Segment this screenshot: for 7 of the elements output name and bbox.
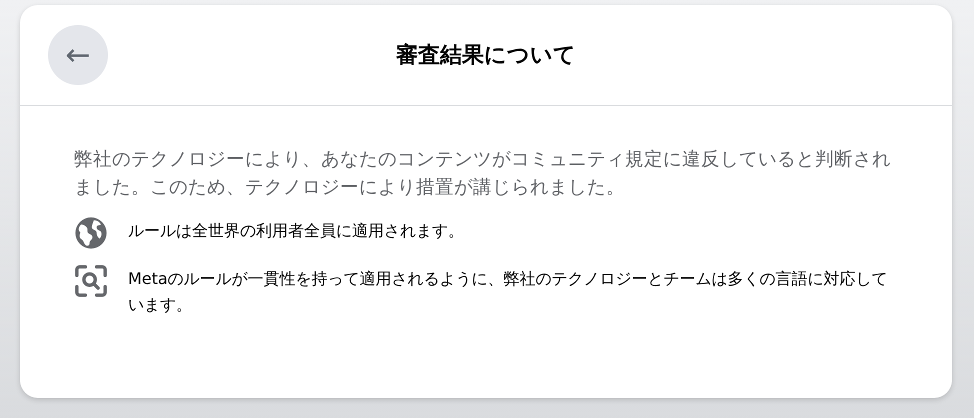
dialog-title: 審査結果について: [396, 42, 576, 70]
magnifier-scan-icon: [74, 264, 108, 298]
info-text: Metaのルールが一貫性を持って適用されるように、弊社のテクノロジーとチームは多くの言語に対応しています。: [128, 268, 889, 316]
intro-text: 弊社のテクノロジーにより、あなたのコンテンツがコミュニティ規定に違反していると判断されました。このため、テクノロジーにより措置が講じられました。: [74, 148, 892, 200]
back-button[interactable]: ←: [48, 25, 108, 85]
globe-icon: [74, 216, 108, 250]
info-text: ルールは全世界の利用者全員に適用されます。: [128, 220, 465, 242]
